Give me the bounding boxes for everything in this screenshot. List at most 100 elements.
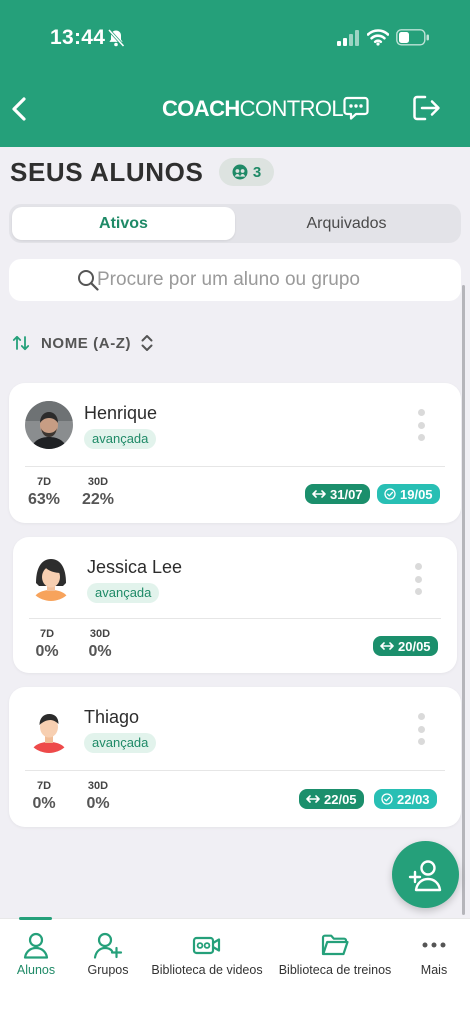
user-plus-icon	[93, 932, 123, 959]
stat-7d: 7D 0%	[25, 780, 63, 813]
logout-button[interactable]	[411, 93, 441, 128]
chat-button[interactable]	[342, 94, 370, 127]
checkin-date-chip: 22/03	[374, 789, 437, 809]
dot-icon	[417, 434, 425, 441]
status-bar: 13:44	[0, 0, 470, 76]
tab-archived[interactable]: Arquivados	[235, 207, 458, 240]
user-plus-icon	[408, 859, 441, 891]
tab-alunos[interactable]: Alunos	[10, 931, 62, 977]
level-badge: avançada	[84, 429, 157, 449]
users-icon	[232, 164, 248, 180]
sort-label: NOME (A-Z)	[41, 334, 132, 352]
stat-7d: 7D 0%	[28, 628, 66, 661]
more-options-button[interactable]	[411, 409, 431, 441]
bottom-tab-bar: Alunos Grupos Biblioteca de videos Bibli…	[0, 917, 470, 1024]
arrows-horizontal-icon	[306, 795, 320, 803]
tab-grupos[interactable]: Grupos	[80, 931, 136, 977]
arrows-horizontal-icon	[380, 642, 394, 650]
arrows-horizontal-icon	[312, 490, 326, 498]
dot-icon	[414, 563, 422, 570]
nav-bar: COACHCONTROL	[0, 84, 470, 136]
search-input[interactable]	[97, 269, 437, 291]
add-student-button[interactable]	[392, 841, 459, 908]
sort-selector[interactable]: NOME (A-Z)	[12, 332, 154, 354]
plan-date: 20/05	[398, 638, 431, 654]
sort-arrows-icon	[12, 335, 30, 351]
student-card-jessica-lee[interactable]: Jessica Lee avançada 7D 0% 30D 0% 20/05	[13, 537, 457, 673]
student-name: Thiago	[84, 707, 140, 727]
stat-30d-value: 0%	[88, 643, 112, 660]
brand-light: CONTROL	[239, 96, 344, 121]
scrollbar[interactable]	[462, 285, 465, 915]
user-icon	[23, 932, 49, 959]
stat-30d: 30D 0%	[79, 780, 117, 813]
brand-logo: COACHCONTROL	[162, 96, 344, 122]
student-count: 3	[252, 163, 262, 181]
folder-icon	[321, 934, 349, 956]
brand-bold: COACH	[162, 96, 240, 121]
search-bar	[9, 259, 461, 301]
checkin-date: 22/03	[397, 791, 430, 807]
avatar	[25, 401, 73, 449]
wifi-icon	[366, 28, 390, 51]
more-options-button[interactable]	[408, 563, 428, 595]
battery-icon	[396, 29, 430, 51]
stat-30d-value: 22%	[81, 491, 115, 508]
stat-30d: 30D 22%	[79, 476, 117, 509]
back-button[interactable]	[6, 94, 32, 124]
chat-icon	[343, 96, 369, 120]
student-count-badge: 3	[219, 158, 274, 186]
plan-date-chip: 31/07	[305, 484, 370, 504]
bell-off-icon	[106, 28, 126, 53]
plan-date-chip: 20/05	[373, 636, 438, 656]
tab-biblioteca-videos[interactable]: Biblioteca de videos	[147, 931, 267, 977]
video-icon	[192, 936, 221, 955]
student-name: Henrique	[84, 403, 158, 423]
dot-icon	[417, 725, 425, 733]
dot-icon	[417, 421, 425, 429]
stat-7d-value: 0%	[32, 795, 56, 812]
card-divider	[25, 770, 445, 771]
dot-icon	[417, 738, 425, 745]
tab-active[interactable]: Ativos	[12, 207, 235, 240]
page-title: SEUS ALUNOS	[10, 157, 204, 187]
tab-biblioteca-treinos[interactable]: Biblioteca de treinos	[274, 931, 396, 977]
stat-7d-label: 7D	[36, 476, 52, 488]
avatar	[27, 553, 75, 601]
stat-7d-value: 0%	[35, 643, 59, 660]
chevron-left-icon	[12, 97, 26, 121]
stat-30d-label: 30D	[89, 628, 111, 640]
stat-30d-value: 0%	[86, 795, 110, 812]
stat-7d-value: 63%	[27, 491, 61, 508]
stat-7d-label: 7D	[39, 628, 55, 640]
signal-icon	[337, 30, 361, 51]
search-icon	[77, 269, 99, 296]
tab-mais[interactable]: Mais	[412, 931, 456, 977]
status-segmented-control: Ativos Arquivados	[9, 204, 461, 243]
dot-icon	[417, 409, 425, 416]
dot-icon	[414, 575, 422, 583]
checkin-date: 19/05	[400, 486, 433, 502]
stat-7d: 7D 63%	[25, 476, 63, 509]
status-time: 13:44	[50, 26, 106, 49]
chevron-up-down-icon	[141, 335, 153, 351]
level-badge: avançada	[84, 733, 157, 753]
dot-icon	[417, 713, 425, 720]
dot-icon	[414, 588, 422, 595]
tab-label: Biblioteca de treinos	[278, 963, 392, 977]
more-options-button[interactable]	[411, 713, 431, 745]
checkin-date-chip: 19/05	[377, 484, 440, 504]
student-card-thiago[interactable]: Thiago avançada 7D 0% 30D 0% 22/05 22/03	[9, 687, 461, 827]
card-divider	[29, 618, 441, 619]
tab-label: Biblioteca de videos	[151, 963, 263, 977]
student-card-henrique[interactable]: Henrique avançada 7D 63% 30D 22% 31/07 1…	[9, 383, 461, 523]
more-icon	[422, 942, 446, 948]
stat-30d: 30D 0%	[81, 628, 119, 661]
check-circle-icon	[381, 793, 393, 805]
plan-date-chip: 22/05	[299, 789, 364, 809]
check-circle-icon	[384, 488, 396, 500]
stat-30d-label: 30D	[87, 780, 109, 792]
logout-icon	[413, 95, 440, 121]
plan-date: 22/05	[324, 791, 357, 807]
stat-30d-label: 30D	[87, 476, 109, 488]
